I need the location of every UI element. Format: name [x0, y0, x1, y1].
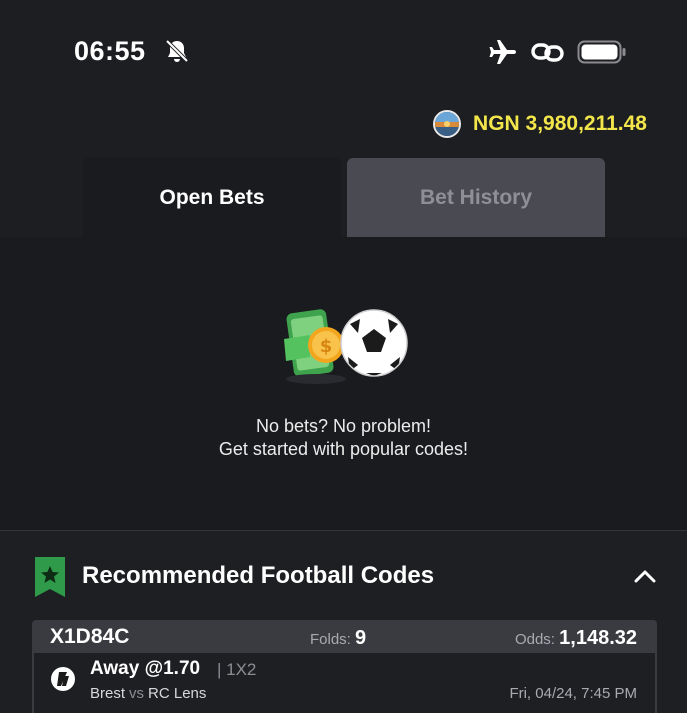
total-odds: Odds: 1,148.32	[514, 627, 637, 649]
recommended-title: Recommended Football Codes	[82, 562, 435, 589]
status-bar: 06:55	[0, 0, 687, 100]
airplane-icon	[489, 40, 516, 64]
open-bets-panel: $ No bets? No problem! Get started with …	[0, 237, 687, 530]
empty-state-line-2: Get started with popular codes!	[218, 439, 469, 459]
code-card-header: X1D84C Folds: 9 Odds: 1,148.32	[32, 620, 657, 653]
folds-count: Folds: 9	[310, 627, 367, 649]
battery-icon	[577, 40, 626, 64]
bet-selection-row[interactable]: Away @1.70 | 1X2 Brest vs RC Lens Fri, 04/…	[32, 653, 657, 713]
svg-text:$: $	[320, 336, 333, 357]
booking-code: X1D84C	[50, 625, 130, 648]
bet-tabs: Open Bets Bet History	[83, 158, 605, 237]
link-icon	[531, 43, 564, 62]
bet-match: Brest vs RC Lens	[90, 685, 206, 702]
chevron-up-icon[interactable]	[633, 568, 657, 584]
avatar	[433, 110, 462, 138]
screen: 06:55 NGN 3,980,211.48 Open Bets Bet His…	[0, 0, 687, 713]
bet-pick: Away @1.70	[90, 658, 201, 679]
wallet-balance[interactable]: NGN 3,980,211.48	[433, 108, 647, 140]
balance-amount: NGN 3,980,211.48	[473, 112, 647, 135]
booking-code-card[interactable]: X1D84C Folds: 9 Odds: 1,148.32 Away @1.7…	[32, 620, 657, 713]
match-date: Fri, 04/24, 7:45 PM	[509, 685, 637, 702]
tab-bet-history[interactable]: Bet History	[347, 158, 605, 237]
bet-market: | 1X2	[217, 660, 257, 679]
vs-label: vs	[129, 685, 145, 702]
empty-state-line-1: No bets? No problem!	[255, 416, 432, 436]
recommended-section: Recommended Football Codes X1D84C Folds:…	[0, 531, 687, 713]
star-badge-icon	[35, 557, 65, 597]
away-team: RC Lens	[148, 685, 207, 702]
money-football-illustration: $	[284, 309, 408, 384]
empty-state-message: No bets? No problem! Get started with po…	[0, 415, 687, 461]
home-team: Brest	[90, 685, 126, 702]
bell-off-icon	[165, 39, 189, 63]
football-icon	[51, 667, 75, 691]
status-time: 06:55	[74, 36, 146, 66]
tab-open-bets[interactable]: Open Bets	[83, 158, 341, 237]
